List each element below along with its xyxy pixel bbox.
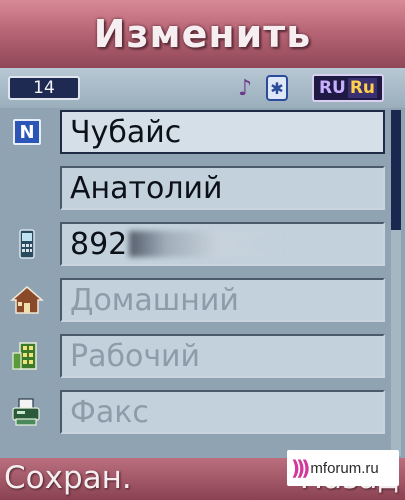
- save-softkey[interactable]: Сохран.: [4, 460, 132, 496]
- home-phone-field[interactable]: Домашний: [60, 278, 385, 322]
- obscured-digits: [129, 231, 280, 257]
- home-icon: [8, 285, 46, 315]
- contact-edit-form: N Чубайс Анатолий 892 Домашний Рабочий Ф…: [0, 108, 405, 458]
- name-icon-glyph: N: [13, 119, 41, 145]
- title-bar: Изменить: [0, 0, 405, 68]
- office-building-icon: [8, 341, 46, 371]
- language-label-a: RU: [318, 78, 346, 98]
- language-label-b: Ru: [347, 78, 378, 98]
- bluetooth-glyph: ✱: [266, 75, 288, 101]
- status-bar: 14 ♪ ✱ RU Ru: [0, 68, 405, 108]
- surname-row: N Чубайс: [0, 108, 405, 156]
- fax-placeholder: Факс: [70, 394, 149, 430]
- home-row: Домашний: [0, 276, 405, 324]
- first-name-value: Анатолий: [70, 170, 223, 206]
- watermark-mark: ))): [291, 456, 311, 480]
- name-icon: N: [8, 117, 46, 147]
- mobile-number-value: 892: [70, 226, 128, 262]
- mobile-phone-icon: [8, 229, 46, 259]
- surname-value: Чубайс: [70, 114, 182, 150]
- watermark-text: mforum.ru: [310, 459, 379, 477]
- work-phone-placeholder: Рабочий: [70, 338, 201, 374]
- page-title: Изменить: [93, 12, 312, 56]
- surname-field[interactable]: Чубайс: [60, 110, 385, 154]
- music-note-icon: ♪: [237, 75, 253, 101]
- first-name-row: Анатолий: [0, 164, 405, 212]
- contact-counter: 14: [8, 76, 80, 100]
- fax-field[interactable]: Факс: [60, 390, 385, 434]
- language-icon: RU Ru: [312, 74, 384, 102]
- home-phone-placeholder: Домашний: [70, 282, 239, 318]
- scrollbar-thumb[interactable]: [391, 110, 401, 230]
- mobile-number-field[interactable]: 892: [60, 222, 385, 266]
- work-row: Рабочий: [0, 332, 405, 380]
- fax-row: Факс: [0, 388, 405, 436]
- first-name-field[interactable]: Анатолий: [60, 166, 385, 210]
- bluetooth-icon: ✱: [264, 74, 290, 102]
- work-phone-field[interactable]: Рабочий: [60, 334, 385, 378]
- mobile-row: 892: [0, 220, 405, 268]
- fax-icon: [8, 397, 46, 427]
- mforum-watermark: ))) mforum.ru: [287, 450, 399, 486]
